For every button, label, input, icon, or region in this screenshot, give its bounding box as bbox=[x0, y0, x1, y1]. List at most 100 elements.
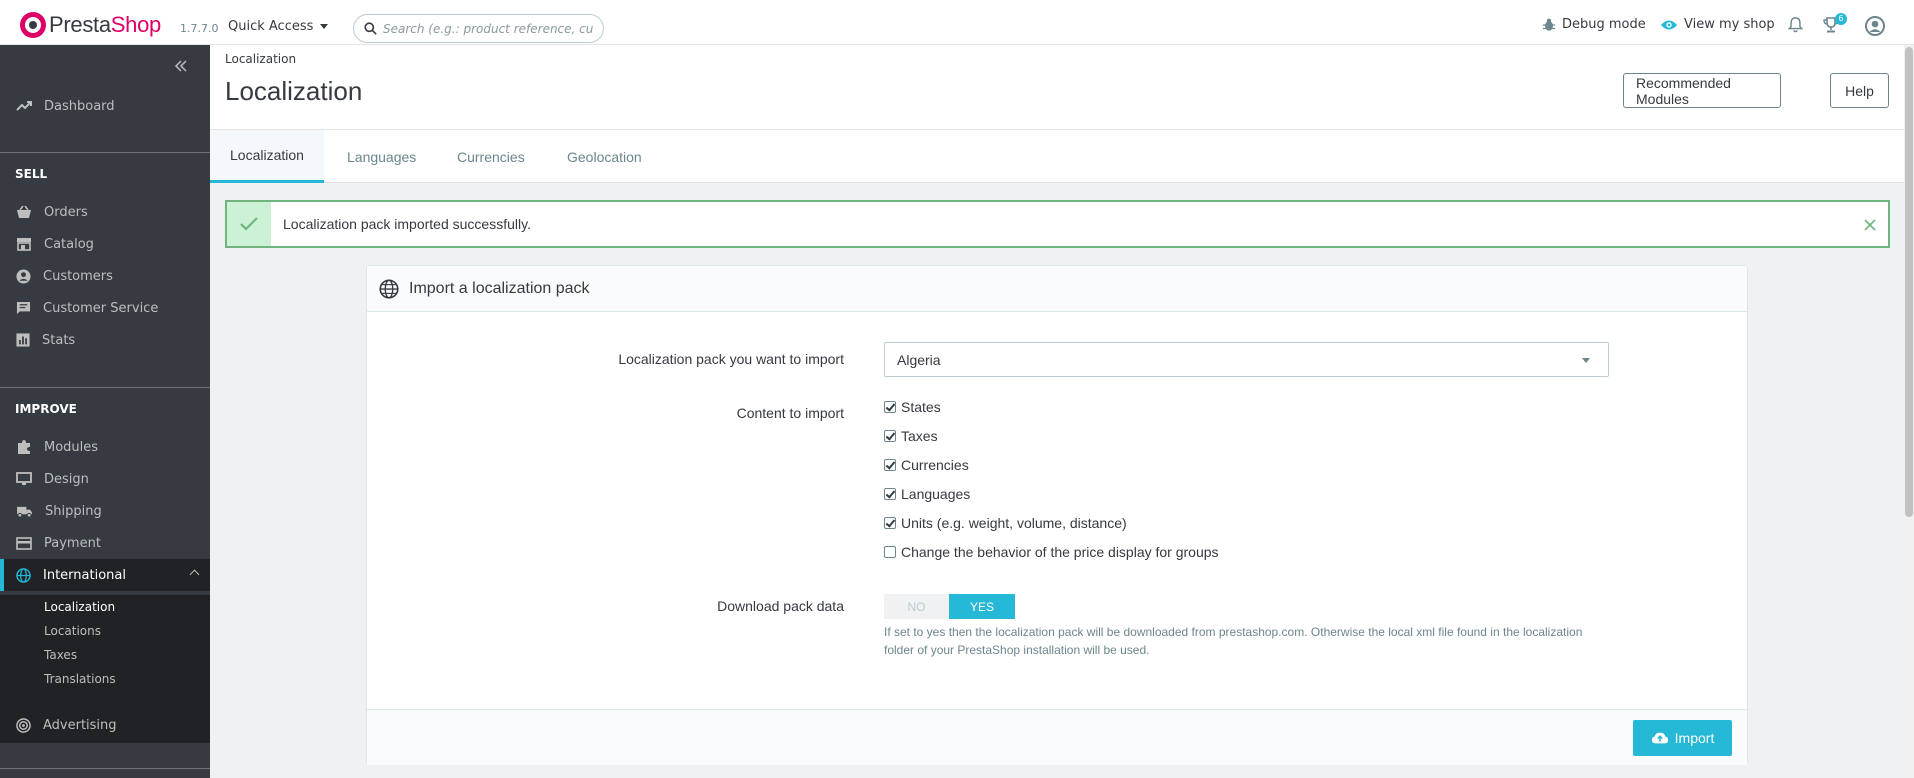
switch-no-option[interactable]: NO bbox=[884, 594, 949, 619]
sidebar: Dashboard SELL Orders Catalog Customers … bbox=[0, 45, 210, 778]
submenu-item-taxes[interactable]: Taxes bbox=[44, 648, 77, 662]
sidebar-item-advertising[interactable]: Advertising bbox=[0, 709, 210, 741]
checkbox-units[interactable]: Units (e.g. weight, volume, distance) bbox=[884, 515, 1127, 531]
quick-access-dropdown[interactable]: Quick Access bbox=[228, 19, 329, 34]
eye-icon bbox=[1660, 20, 1678, 29]
tab-geolocation[interactable]: Geolocation bbox=[567, 130, 642, 183]
sidebar-item-shipping[interactable]: Shipping bbox=[0, 495, 210, 527]
page-title: Localization bbox=[225, 76, 363, 106]
chevron-up-icon bbox=[189, 569, 200, 580]
sidebar-item-label: Advertising bbox=[43, 717, 117, 733]
version-label: 1.7.7.0 bbox=[180, 22, 219, 35]
checkbox-languages[interactable]: Languages bbox=[884, 486, 970, 502]
sidebar-item-orders[interactable]: Orders bbox=[0, 196, 210, 228]
checkbox[interactable] bbox=[884, 401, 896, 413]
help-text: If set to yes then the localization pack… bbox=[884, 625, 1583, 657]
sidebar-divider bbox=[0, 387, 210, 388]
sidebar-divider bbox=[0, 152, 210, 153]
scrollbar-thumb[interactable] bbox=[1905, 47, 1913, 517]
notifications-trophy[interactable]: 6 bbox=[1823, 13, 1847, 37]
checkbox-price-display[interactable]: Change the behavior of the price display… bbox=[884, 544, 1219, 560]
store-icon bbox=[17, 238, 31, 251]
breadcrumb[interactable]: Localization bbox=[225, 52, 296, 66]
sidebar-item-customer-service[interactable]: Customer Service bbox=[0, 292, 210, 324]
checkbox[interactable] bbox=[884, 546, 896, 558]
close-icon[interactable] bbox=[1864, 216, 1876, 235]
checkbox-states[interactable]: States bbox=[884, 399, 941, 415]
target-icon bbox=[16, 717, 31, 733]
checkbox[interactable] bbox=[884, 459, 896, 471]
sidebar-item-catalog[interactable]: Catalog bbox=[0, 228, 210, 260]
sidebar-item-label: Design bbox=[44, 471, 89, 487]
page-scrollbar[interactable] bbox=[1904, 45, 1914, 778]
tab-languages[interactable]: Languages bbox=[347, 130, 416, 183]
desktop-icon bbox=[16, 472, 32, 485]
tabs-bar: Localization Languages Currencies Geoloc… bbox=[210, 129, 1904, 183]
basket-icon bbox=[17, 205, 31, 218]
account-circle-icon bbox=[16, 268, 31, 284]
sidebar-item-modules[interactable]: Modules bbox=[0, 431, 210, 463]
tab-currencies[interactable]: Currencies bbox=[457, 130, 525, 183]
content-label: Content to import bbox=[736, 405, 844, 421]
logo-text-presta: Presta bbox=[49, 12, 111, 37]
import-button[interactable]: Import bbox=[1633, 720, 1732, 756]
checkbox-currencies[interactable]: Currencies bbox=[884, 457, 969, 473]
tab-localization[interactable]: Localization bbox=[210, 130, 324, 183]
double-chevron-left-icon bbox=[174, 60, 187, 72]
checkbox-label: Languages bbox=[901, 486, 971, 502]
checkbox[interactable] bbox=[884, 430, 896, 442]
collapse-sidebar-button[interactable] bbox=[174, 57, 188, 76]
download-pack-switch[interactable]: NO YES bbox=[884, 594, 1015, 619]
submenu-item-localization[interactable]: Localization bbox=[44, 600, 115, 614]
panel-footer: Import bbox=[367, 709, 1747, 765]
puzzle-icon bbox=[18, 440, 30, 454]
bar-chart-icon bbox=[16, 333, 30, 347]
logo-icon bbox=[20, 12, 46, 38]
checkbox-label: States bbox=[901, 399, 941, 415]
submenu-item-locations[interactable]: Locations bbox=[44, 624, 101, 638]
help-button[interactable]: Help bbox=[1830, 73, 1889, 108]
search-box[interactable] bbox=[353, 14, 604, 43]
switch-yes-option[interactable]: YES bbox=[949, 594, 1015, 619]
sidebar-item-label: Customer Service bbox=[43, 300, 159, 316]
chat-icon bbox=[16, 301, 31, 314]
prestashop-logo[interactable]: PrestaShop bbox=[20, 12, 161, 38]
download-label: Download pack data bbox=[717, 598, 844, 614]
check-icon bbox=[227, 202, 271, 246]
truck-icon bbox=[17, 506, 32, 518]
checkbox-taxes[interactable]: Taxes bbox=[884, 428, 938, 444]
trending-up-icon bbox=[16, 101, 32, 111]
sidebar-item-payment[interactable]: Payment bbox=[0, 527, 210, 559]
user-account-menu[interactable] bbox=[1865, 16, 1885, 40]
alert-message: Localization pack imported successfully. bbox=[283, 216, 531, 232]
recommended-modules-button[interactable]: Recommended Modules bbox=[1623, 73, 1781, 108]
search-input[interactable] bbox=[383, 21, 593, 36]
debug-mode-link[interactable]: Debug mode bbox=[1542, 17, 1646, 32]
checkbox-label: Change the behavior of the price display… bbox=[901, 544, 1219, 560]
sidebar-item-label: Stats bbox=[42, 332, 76, 348]
sidebar-item-label: Shipping bbox=[45, 503, 102, 519]
sidebar-item-international[interactable]: International bbox=[0, 559, 210, 591]
checkbox[interactable] bbox=[884, 488, 896, 500]
import-button-label: Import bbox=[1674, 730, 1715, 746]
section-title-sell: SELL bbox=[15, 167, 48, 181]
globe-icon bbox=[379, 278, 399, 299]
cloud-upload-icon bbox=[1651, 732, 1668, 744]
globe-icon bbox=[16, 567, 31, 583]
sidebar-item-dashboard[interactable]: Dashboard bbox=[0, 90, 210, 122]
view-shop-link[interactable]: View my shop bbox=[1660, 17, 1775, 32]
checkbox-label: Units (e.g. weight, volume, distance) bbox=[901, 515, 1127, 531]
sidebar-item-label: International bbox=[43, 567, 126, 583]
sidebar-item-label: Modules bbox=[44, 439, 99, 455]
sidebar-item-label: Payment bbox=[44, 535, 101, 551]
pack-select[interactable]: Algeria bbox=[884, 342, 1609, 377]
submenu-item-translations[interactable]: Translations bbox=[44, 672, 116, 686]
sidebar-item-stats[interactable]: Stats bbox=[0, 324, 210, 356]
sidebar-item-design[interactable]: Design bbox=[0, 463, 210, 495]
sidebar-item-customers[interactable]: Customers bbox=[0, 260, 210, 292]
quick-access-label: Quick Access bbox=[228, 19, 314, 34]
panel-title: Import a localization pack bbox=[409, 279, 590, 297]
notifications-bell[interactable] bbox=[1787, 17, 1804, 37]
sidebar-item-label: Catalog bbox=[44, 236, 94, 252]
checkbox[interactable] bbox=[884, 517, 896, 529]
